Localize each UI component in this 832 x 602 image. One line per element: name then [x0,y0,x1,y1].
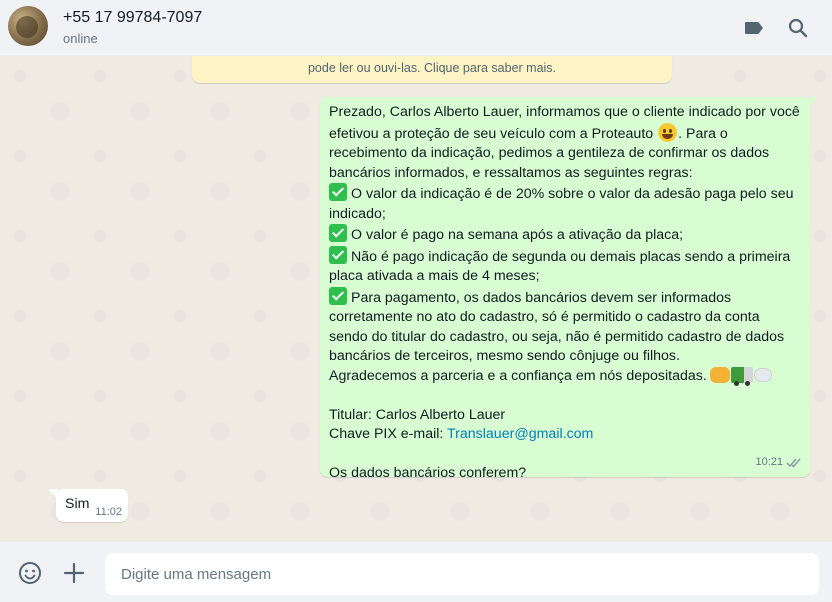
search-icon[interactable] [786,16,810,40]
message-line: Os dados bancários conferem? [329,465,527,481]
message-text: Sim [65,496,90,512]
message-line: Não é pago indicação de segunda ou demai… [329,245,801,268]
message-line: Para pagamento, os dados bancários devem… [329,286,801,309]
message-line: Chave PIX e-mail: Translauer@gmail.com [329,425,801,445]
message-text: O valor da indicação é de 20% sobre o va… [351,186,794,202]
chat-header: +55 17 99784-7097 online [0,0,832,56]
double-check-icon [786,458,801,468]
message-line: efetivou a proteção de seu veículo com a… [329,122,801,145]
contact-name: +55 17 99784-7097 [63,9,203,26]
contact-status: online [63,31,98,46]
check-mark-emoji-icon [329,183,347,201]
message-meta: 10:21 [755,453,802,473]
outgoing-message[interactable]: Prezado, Carlos Alberto Lauer, informamo… [320,97,818,481]
message-input[interactable] [105,553,819,595]
message-line: O valor é pago na semana após a ativação… [329,224,801,246]
message-line: recebimento da indicação, pedimos a gent… [329,145,770,161]
message-text: Chave PIX e-mail: [329,426,448,442]
message-text: Para pagamento, os dados bancários devem… [351,289,732,306]
message-line: O valor da indicação é de 20% sobre o va… [329,183,801,205]
email-link[interactable]: Translauer@gmail.com [447,426,593,442]
check-mark-emoji-icon [329,286,347,305]
message-line: corretamente no ato do cadastro, só é pe… [329,309,760,325]
message-text: O valor é pago na semana após a ativação… [351,227,684,243]
dust-cloud-emoji-icon [753,367,772,382]
check-mark-emoji-icon [329,245,347,264]
message-text: Não é pago indicação de segunda ou demai… [351,248,791,265]
emoji-icon[interactable] [17,560,43,586]
plus-icon[interactable] [61,560,87,586]
message-line: bancários de terceiros, mesmo sendo cônj… [329,348,680,364]
contact-info[interactable]: +55 17 99784-7097 online [63,8,202,48]
incoming-message[interactable]: Sim 11:02 [48,489,128,522]
message-line: Titular: Carlos Alberto Lauer [329,406,506,423]
label-icon[interactable] [742,16,766,40]
chat-area[interactable]: pode ler ou ouvi-las. Clique para saber … [0,56,832,542]
message-line: sendo do titular do cadastro, ou seja, n… [329,328,785,345]
message-line: indicado; [329,205,386,222]
encryption-notice[interactable]: pode ler ou ouvi-las. Clique para saber … [192,56,672,83]
message-text: . Para o [678,125,728,142]
handshake-emoji-icon [709,366,730,383]
smile-emoji-icon [658,122,678,142]
message-time: 10:21 [755,455,783,468]
message-text: Agradecemos a parceria e a confiança em … [329,367,707,384]
message-line: bancários informados, e ressaltamos as s… [329,164,693,181]
compose-bar [0,542,832,602]
message-text: efetivou a proteção de seu veículo com a… [329,125,654,142]
message-line: Agradecemos a parceria e a confiança em … [329,366,801,387]
message-line: Prezado, Carlos Alberto Lauer, informamo… [329,104,800,120]
contact-avatar[interactable] [8,6,48,46]
check-mark-emoji-icon [329,224,347,242]
message-line: placa ativada a mais de 4 meses; [329,268,540,284]
message-time: 11:02 [95,506,122,518]
truck-emoji-icon [730,366,753,386]
